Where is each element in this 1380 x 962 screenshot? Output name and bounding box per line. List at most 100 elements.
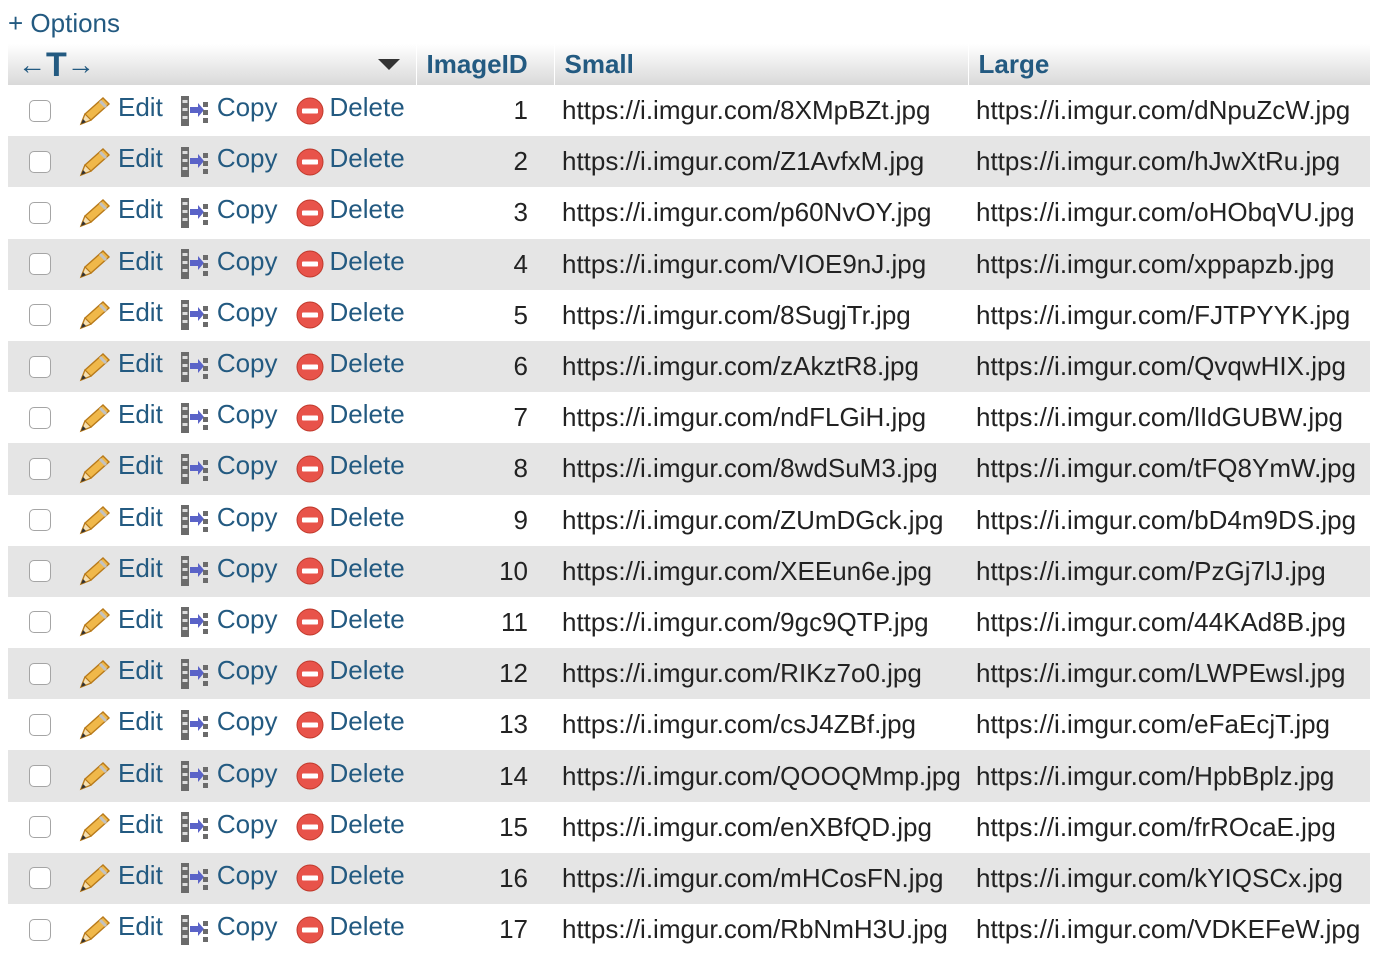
- column-header-large[interactable]: Large: [968, 44, 1371, 85]
- delete-link[interactable]: Delete: [296, 143, 405, 177]
- column-resize-arrows[interactable]: ← T →: [18, 45, 95, 84]
- cell-imageid: 1: [416, 85, 554, 137]
- edit-link[interactable]: Edit: [78, 655, 163, 690]
- delete-link[interactable]: Delete: [296, 92, 405, 126]
- edit-link[interactable]: Edit: [78, 502, 163, 536]
- copy-link[interactable]: Copy: [179, 553, 278, 588]
- edit-label: Edit: [118, 603, 163, 634]
- delete-link[interactable]: Delete: [296, 553, 405, 587]
- delete-link[interactable]: Delete: [296, 706, 405, 740]
- copy-link[interactable]: Copy: [179, 604, 278, 639]
- row-checkbox[interactable]: [29, 867, 51, 890]
- row-actions-cell: Edit Copy Delete: [72, 187, 416, 239]
- column-header-small[interactable]: Small: [554, 44, 969, 85]
- row-checkbox[interactable]: [29, 304, 51, 327]
- row-checkbox[interactable]: [29, 253, 51, 276]
- delete-icon: [296, 301, 324, 329]
- copy-link[interactable]: Copy: [179, 246, 278, 281]
- copy-link[interactable]: Copy: [179, 194, 278, 230]
- row-checkbox[interactable]: [29, 662, 51, 685]
- copy-link[interactable]: Copy: [179, 860, 278, 895]
- row-actions-cell: Edit Copy Delete: [72, 392, 416, 444]
- delete-link[interactable]: Delete: [296, 603, 405, 638]
- row-actions-cell: Edit Copy Delete: [72, 750, 416, 802]
- edit-link[interactable]: Edit: [78, 194, 163, 229]
- edit-link[interactable]: Edit: [78, 553, 163, 587]
- cell-large: https://i.imgur.com/44KAd8B.jpg: [968, 596, 1370, 649]
- edit-label: Edit: [118, 245, 163, 276]
- delete-link[interactable]: Delete: [296, 297, 405, 331]
- delete-link[interactable]: Delete: [296, 809, 405, 843]
- delete-link[interactable]: Delete: [296, 194, 405, 228]
- row-checkbox[interactable]: [29, 99, 51, 122]
- chevron-down-icon[interactable]: [377, 59, 400, 70]
- row-checkbox[interactable]: [29, 560, 51, 583]
- row-checkbox[interactable]: [29, 918, 51, 941]
- delete-icon: [296, 762, 324, 790]
- row-checkbox[interactable]: [29, 611, 51, 634]
- table-row: Edit: [8, 289, 1370, 341]
- copy-label: Copy: [216, 501, 278, 532]
- copy-link[interactable]: Copy: [179, 809, 278, 844]
- edit-link[interactable]: Edit: [78, 92, 163, 127]
- table-row: Edit: [8, 443, 1370, 495]
- row-checkbox[interactable]: [29, 713, 51, 736]
- table-row: Edit: [8, 904, 1370, 956]
- row-checkbox[interactable]: [29, 457, 51, 480]
- edit-link[interactable]: Edit: [78, 758, 163, 792]
- edit-link[interactable]: Edit: [78, 911, 163, 946]
- edit-link[interactable]: Edit: [78, 706, 163, 741]
- cell-imageid: 14: [416, 750, 554, 802]
- delete-link[interactable]: Delete: [296, 450, 405, 484]
- copy-link[interactable]: Copy: [179, 706, 278, 742]
- edit-link[interactable]: Edit: [78, 809, 163, 843]
- row-checkbox[interactable]: [29, 816, 51, 839]
- edit-link[interactable]: Edit: [78, 860, 163, 894]
- row-select-cell: [8, 238, 72, 290]
- edit-link[interactable]: Edit: [78, 450, 163, 485]
- delete-link[interactable]: Delete: [296, 655, 405, 689]
- row-checkbox[interactable]: [29, 150, 51, 173]
- delete-label: Delete: [329, 603, 405, 634]
- row-checkbox[interactable]: [29, 509, 51, 532]
- copy-link[interactable]: Copy: [179, 501, 278, 537]
- copy-link[interactable]: Copy: [179, 655, 278, 691]
- copy-link[interactable]: Copy: [179, 399, 278, 435]
- delete-link[interactable]: Delete: [296, 399, 405, 433]
- copy-link[interactable]: Copy: [179, 348, 278, 384]
- delete-link[interactable]: Delete: [296, 758, 405, 792]
- delete-link[interactable]: Delete: [296, 502, 405, 536]
- edit-link[interactable]: Edit: [78, 348, 163, 383]
- edit-link[interactable]: Edit: [78, 603, 163, 638]
- edit-link[interactable]: Edit: [78, 297, 163, 331]
- options-toggle[interactable]: + Options: [8, 8, 120, 39]
- delete-icon: [296, 608, 324, 636]
- copy-link[interactable]: Copy: [179, 143, 278, 179]
- delete-link[interactable]: Delete: [296, 911, 405, 945]
- copy-link[interactable]: Copy: [179, 758, 278, 793]
- row-select-cell: [8, 801, 72, 853]
- cell-small: https://i.imgur.com/9gc9QTP.jpg: [554, 596, 968, 649]
- copy-icon: [179, 554, 211, 588]
- delete-link[interactable]: Delete: [296, 860, 405, 894]
- cell-small: https://i.imgur.com/RbNmH3U.jpg: [554, 904, 968, 956]
- row-actions-cell: Edit Copy Delete: [72, 545, 416, 597]
- column-header-imageid[interactable]: ImageID: [416, 44, 555, 85]
- row-checkbox[interactable]: [29, 765, 51, 788]
- row-select-cell: [8, 85, 72, 137]
- row-checkbox[interactable]: [29, 406, 51, 429]
- edit-link[interactable]: Edit: [78, 143, 163, 178]
- copy-link[interactable]: Copy: [179, 450, 278, 486]
- delete-link[interactable]: Delete: [296, 246, 405, 280]
- edit-link[interactable]: Edit: [78, 399, 163, 434]
- row-checkbox[interactable]: [29, 201, 51, 224]
- copy-link[interactable]: Copy: [179, 92, 278, 128]
- delete-link[interactable]: Delete: [296, 348, 405, 382]
- edit-link[interactable]: Edit: [78, 245, 163, 280]
- row-select-cell: [8, 750, 72, 802]
- row-select-cell: [8, 494, 72, 546]
- row-checkbox[interactable]: [29, 355, 51, 378]
- copy-label: Copy: [216, 450, 278, 481]
- copy-link[interactable]: Copy: [179, 911, 278, 947]
- copy-link[interactable]: Copy: [179, 297, 278, 332]
